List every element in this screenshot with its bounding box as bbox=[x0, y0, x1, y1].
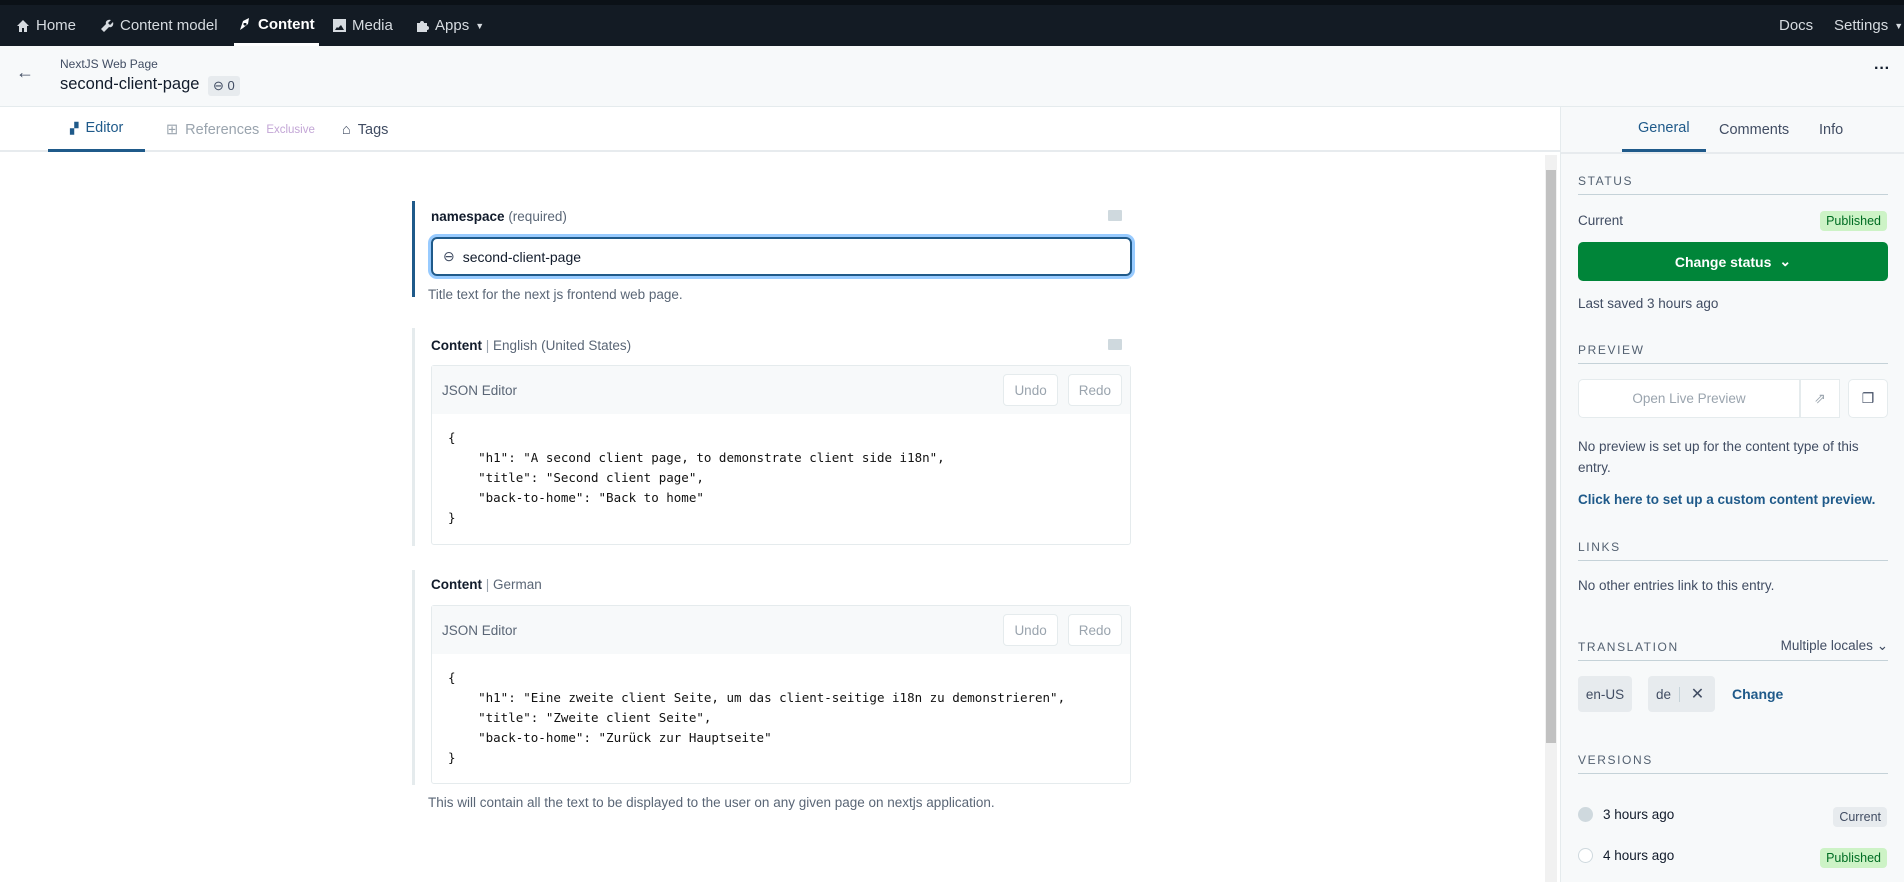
editor-scrollbar[interactable] bbox=[1545, 155, 1557, 882]
change-status-button[interactable]: Change status ⌄ bbox=[1578, 242, 1888, 281]
tab-tags[interactable]: ⌂ Tags bbox=[342, 107, 388, 152]
tag-icon: ⌂ bbox=[342, 121, 351, 138]
references-icon: ⊞ bbox=[166, 121, 179, 138]
change-locales-link[interactable]: Change bbox=[1732, 686, 1783, 702]
current-label: Current bbox=[1578, 213, 1624, 228]
redo-button[interactable]: Redo bbox=[1067, 374, 1122, 406]
preview-heading: PREVIEW bbox=[1578, 343, 1888, 364]
open-live-preview-button[interactable]: Open Live Preview bbox=[1578, 379, 1800, 418]
top-navigation: Home Content model Content Media Apps ▼ D… bbox=[0, 0, 1904, 46]
comment-icon[interactable] bbox=[1108, 210, 1122, 221]
namespace-label: namespace (required) bbox=[431, 209, 567, 224]
locale-mode-dropdown[interactable]: Multiple locales ⌄ bbox=[1781, 638, 1888, 654]
back-arrow-icon[interactable]: ← bbox=[16, 62, 34, 83]
last-saved: Last saved 3 hours ago bbox=[1578, 296, 1719, 311]
version-badge: Current bbox=[1833, 807, 1887, 827]
comment-icon[interactable] bbox=[1108, 339, 1122, 350]
sidebar-tab-comments[interactable]: Comments bbox=[1719, 107, 1789, 152]
tab-references[interactable]: ⊞ References Exclusive bbox=[166, 107, 315, 152]
links-note: No other entries link to this entry. bbox=[1578, 578, 1775, 593]
nav-settings[interactable]: Settings ▼ bbox=[1834, 5, 1903, 46]
version-radio[interactable] bbox=[1578, 848, 1593, 863]
wrench-icon bbox=[101, 19, 114, 32]
more-options-icon[interactable]: ··· bbox=[1874, 60, 1890, 78]
sidebar-tab-info[interactable]: Info bbox=[1819, 107, 1843, 152]
tab-editor[interactable]: ▞ Editor bbox=[48, 107, 146, 152]
nav-apps[interactable]: Apps ▼ bbox=[415, 5, 484, 46]
link-icon: ⊖ bbox=[213, 78, 224, 93]
close-icon[interactable]: ✕ bbox=[1680, 684, 1715, 704]
editor-tabs: ▞ Editor ⊞ References Exclusive ⌂ Tags bbox=[0, 107, 1560, 152]
image-icon bbox=[333, 19, 346, 32]
nav-content[interactable]: Content bbox=[234, 5, 319, 46]
field-focus-bar bbox=[412, 201, 415, 297]
copy-icon[interactable]: ❐ bbox=[1848, 379, 1888, 418]
external-link-icon[interactable]: ⇗ bbox=[1800, 379, 1840, 418]
entry-sidebar: General Comments Info STATUS Current Pub… bbox=[1560, 107, 1904, 882]
versions-heading: VERSIONS bbox=[1578, 753, 1888, 774]
undo-button[interactable]: Undo bbox=[1003, 374, 1058, 406]
namespace-input[interactable]: ⊖ second-client-page bbox=[431, 237, 1132, 276]
chevron-down-icon: ▼ bbox=[1894, 20, 1904, 31]
content-type-label: NextJS Web Page bbox=[60, 57, 158, 71]
status-badge: Published bbox=[1820, 211, 1887, 231]
undo-button[interactable]: Undo bbox=[1003, 614, 1058, 646]
namespace-help: Title text for the next js frontend web … bbox=[428, 287, 683, 302]
links-heading: LINKS bbox=[1578, 540, 1888, 561]
nav-docs[interactable]: Docs bbox=[1779, 5, 1813, 46]
entry-header: ← NextJS Web Page second-client-page ⊖ 0… bbox=[0, 46, 1904, 107]
field-bar bbox=[412, 328, 415, 546]
entry-title: second-client-page bbox=[60, 75, 200, 93]
version-time[interactable]: 3 hours ago bbox=[1603, 807, 1674, 822]
scrollbar-thumb[interactable] bbox=[1546, 170, 1556, 743]
sidebar-tab-general[interactable]: General bbox=[1622, 107, 1706, 152]
json-editor-de: JSON Editor Undo Redo { "h1": "Eine zweite… bbox=[431, 605, 1131, 784]
setup-preview-link[interactable]: Click here to set up a custom content pr… bbox=[1578, 492, 1875, 507]
content-icon bbox=[240, 18, 249, 30]
version-badge: Published bbox=[1820, 848, 1887, 868]
nav-content-model[interactable]: Content model bbox=[100, 5, 218, 46]
locale-chip-de: de ✕ bbox=[1648, 676, 1715, 712]
version-time[interactable]: 4 hours ago bbox=[1603, 848, 1674, 863]
version-radio[interactable] bbox=[1578, 807, 1593, 822]
json-code-en[interactable]: { "h1": "A second client page, to demons… bbox=[432, 414, 1130, 542]
locale-chip-en-us: en-US bbox=[1578, 676, 1632, 712]
content-help: This will contain all the text to be dis… bbox=[428, 795, 995, 810]
nav-media[interactable]: Media bbox=[333, 5, 393, 46]
translation-heading: TRANSLATION Multiple locales ⌄ bbox=[1578, 638, 1888, 661]
nav-home[interactable]: Home bbox=[16, 5, 76, 46]
editor-icon: ▞ bbox=[70, 122, 79, 135]
chevron-down-icon: ⌄ bbox=[1779, 253, 1792, 269]
redo-button[interactable]: Redo bbox=[1067, 614, 1122, 646]
link-icon: ⊖ bbox=[443, 248, 455, 264]
home-icon bbox=[17, 19, 29, 32]
json-code-de[interactable]: { "h1": "Eine zweite client Seite, um da… bbox=[432, 654, 1130, 782]
chevron-down-icon: ▼ bbox=[475, 20, 485, 31]
field-bar bbox=[412, 570, 415, 785]
json-editor-en: JSON Editor Undo Redo { "h1": "A second cl… bbox=[431, 365, 1131, 545]
links-count-badge[interactable]: ⊖ 0 bbox=[208, 76, 240, 96]
content-de-label: Content | German bbox=[431, 577, 542, 592]
preview-note: No preview is set up for the content typ… bbox=[1578, 439, 1859, 475]
content-en-label: Content | English (United States) bbox=[431, 338, 632, 353]
status-heading: STATUS bbox=[1578, 174, 1888, 195]
puzzle-icon bbox=[417, 20, 429, 32]
